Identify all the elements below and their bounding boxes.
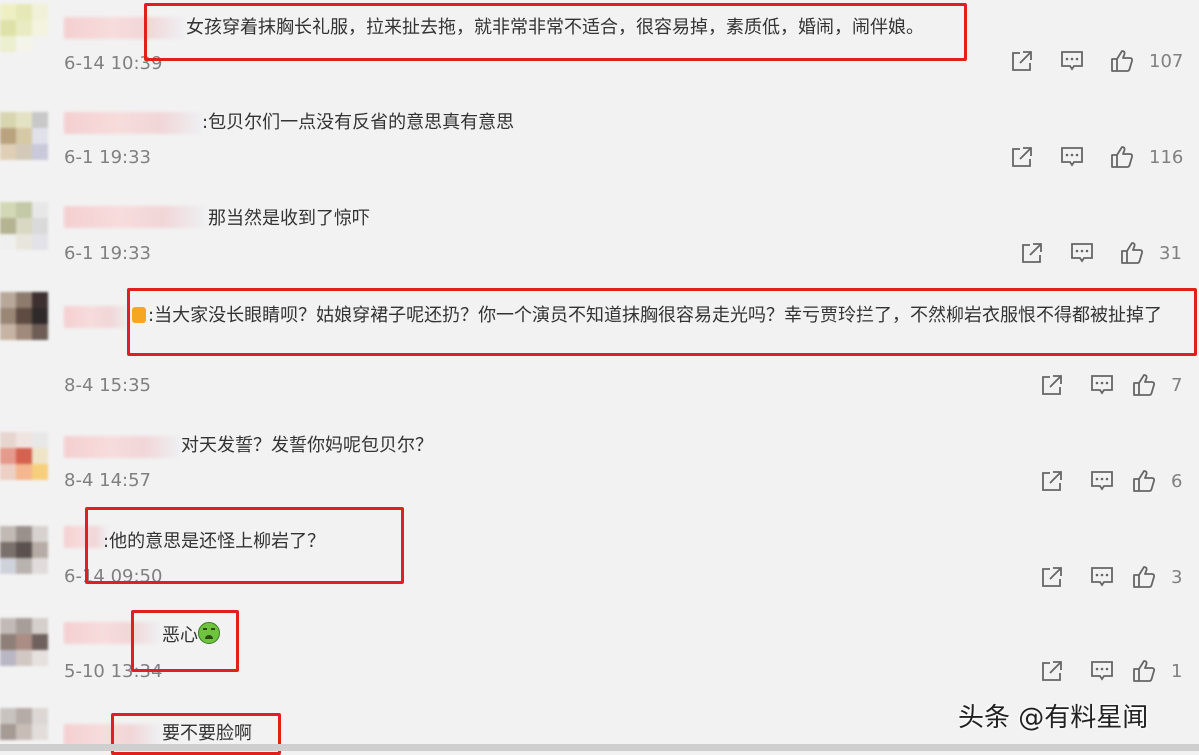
share-icon: [1012, 147, 1032, 167]
avatar[interactable]: [0, 292, 48, 356]
comment-time: 6-1 19:33: [64, 243, 151, 264]
like-count: 107: [1149, 51, 1184, 72]
highlight-box: [127, 288, 1197, 356]
comment-text: 那当然是收到了惊吓: [208, 208, 370, 229]
avatar[interactable]: [0, 432, 48, 496]
share-button[interactable]: [1009, 144, 1037, 172]
like-button[interactable]: [1109, 48, 1137, 76]
share-button[interactable]: [1039, 658, 1067, 686]
comment-item: :包贝尔们一点没有反省的意思真有意思 6-1 19:33 116: [0, 96, 1199, 192]
reply-button[interactable]: [1089, 658, 1117, 686]
share-icon: [1022, 243, 1042, 263]
reply-button[interactable]: [1069, 240, 1097, 268]
comment-item: 那当然是收到了惊吓 6-1 19:33 31: [0, 192, 1199, 284]
comment-icon: [1071, 243, 1093, 263]
like-count: 31: [1159, 243, 1182, 264]
reply-button[interactable]: [1059, 48, 1087, 76]
reply-button[interactable]: [1089, 468, 1117, 496]
thumbs-up-icon: [1111, 146, 1134, 168]
avatar[interactable]: [0, 618, 48, 682]
comment-item: :当大家没长眼睛呗？姑娘穿裙子呢还扔？你一个演员不知道抹胸很容易走光吗？幸亏贾玲…: [0, 284, 1199, 424]
share-button[interactable]: [1039, 372, 1067, 400]
comment-text: :包贝尔们一点没有反省的意思真有意思: [202, 112, 515, 133]
share-icon: [1042, 375, 1062, 395]
comment-item: :他的意思是还怪上柳岩了？ 6-14 09:50 3: [0, 507, 1199, 612]
avatar[interactable]: [0, 708, 48, 748]
like-button[interactable]: [1131, 468, 1159, 496]
username-blurred[interactable]: [64, 206, 206, 228]
like-count: 3: [1171, 567, 1183, 588]
comment-actions: 6: [1039, 468, 1199, 496]
highlight-box: [85, 507, 404, 584]
username-blurred[interactable]: [64, 436, 180, 458]
thumbs-up-icon: [1133, 470, 1156, 492]
avatar[interactable]: [0, 112, 48, 176]
share-icon: [1042, 661, 1062, 681]
reply-button[interactable]: [1089, 564, 1117, 592]
share-button[interactable]: [1039, 564, 1067, 592]
share-button[interactable]: [1039, 468, 1067, 496]
thumbs-up-icon: [1133, 374, 1156, 396]
avatar[interactable]: [0, 526, 48, 590]
reply-button[interactable]: [1059, 144, 1087, 172]
comment-icon: [1061, 51, 1083, 71]
comment-item: 女孩穿着抹胸长礼服，拉来扯去拖，就非常非常不适合，很容易掉，素质低，婚闹，闹伴娘…: [0, 0, 1199, 96]
share-button[interactable]: [1009, 48, 1037, 76]
like-count: 1: [1171, 661, 1183, 682]
like-count: 116: [1149, 147, 1184, 168]
like-button[interactable]: [1131, 564, 1159, 592]
like-button[interactable]: [1119, 240, 1147, 268]
comment-item: 恶心 5-10 13:34 1: [0, 610, 1199, 704]
thumbs-up-icon: [1111, 50, 1134, 72]
bottom-scroll-edge: [0, 744, 1199, 751]
comment-icon: [1091, 375, 1113, 395]
comment-icon: [1061, 147, 1083, 167]
like-button[interactable]: [1109, 144, 1137, 172]
comment-actions: 31: [1019, 240, 1199, 268]
thumbs-up-icon: [1133, 660, 1156, 682]
comment-text: 对天发誓？发誓你妈呢包贝尔？: [181, 435, 433, 456]
comment-time: 6-1 19:33: [64, 147, 151, 168]
comment-time: 8-4 14:57: [64, 470, 151, 491]
comment-actions: 107: [1009, 48, 1199, 76]
comment-actions: 116: [1009, 144, 1199, 172]
reply-button[interactable]: [1089, 372, 1117, 400]
comment-time: 8-4 15:35: [64, 375, 151, 396]
comment-actions: 1: [1039, 658, 1199, 686]
share-icon: [1042, 471, 1062, 491]
thumbs-up-icon: [1121, 242, 1144, 264]
like-count: 6: [1171, 471, 1183, 492]
comment-item: 对天发誓？发誓你妈呢包贝尔？ 8-4 14:57 6: [0, 424, 1199, 520]
avatar[interactable]: [0, 4, 48, 68]
like-button[interactable]: [1131, 658, 1159, 686]
comment-actions: 7: [1039, 372, 1199, 400]
share-icon: [1042, 567, 1062, 587]
watermark: 头条 @有料星闻: [958, 703, 1149, 733]
like-button[interactable]: [1131, 372, 1159, 400]
avatar[interactable]: [0, 202, 48, 266]
share-button[interactable]: [1019, 240, 1047, 268]
like-count: 7: [1171, 375, 1183, 396]
share-icon: [1012, 51, 1032, 71]
thumbs-up-icon: [1133, 566, 1156, 588]
highlight-box: [144, 3, 967, 61]
comment-icon: [1091, 567, 1113, 587]
comment-actions: 3: [1039, 564, 1199, 592]
comment-icon: [1091, 661, 1113, 681]
username-blurred[interactable]: [64, 112, 202, 134]
highlight-box: [131, 610, 239, 672]
comment-icon: [1091, 471, 1113, 491]
